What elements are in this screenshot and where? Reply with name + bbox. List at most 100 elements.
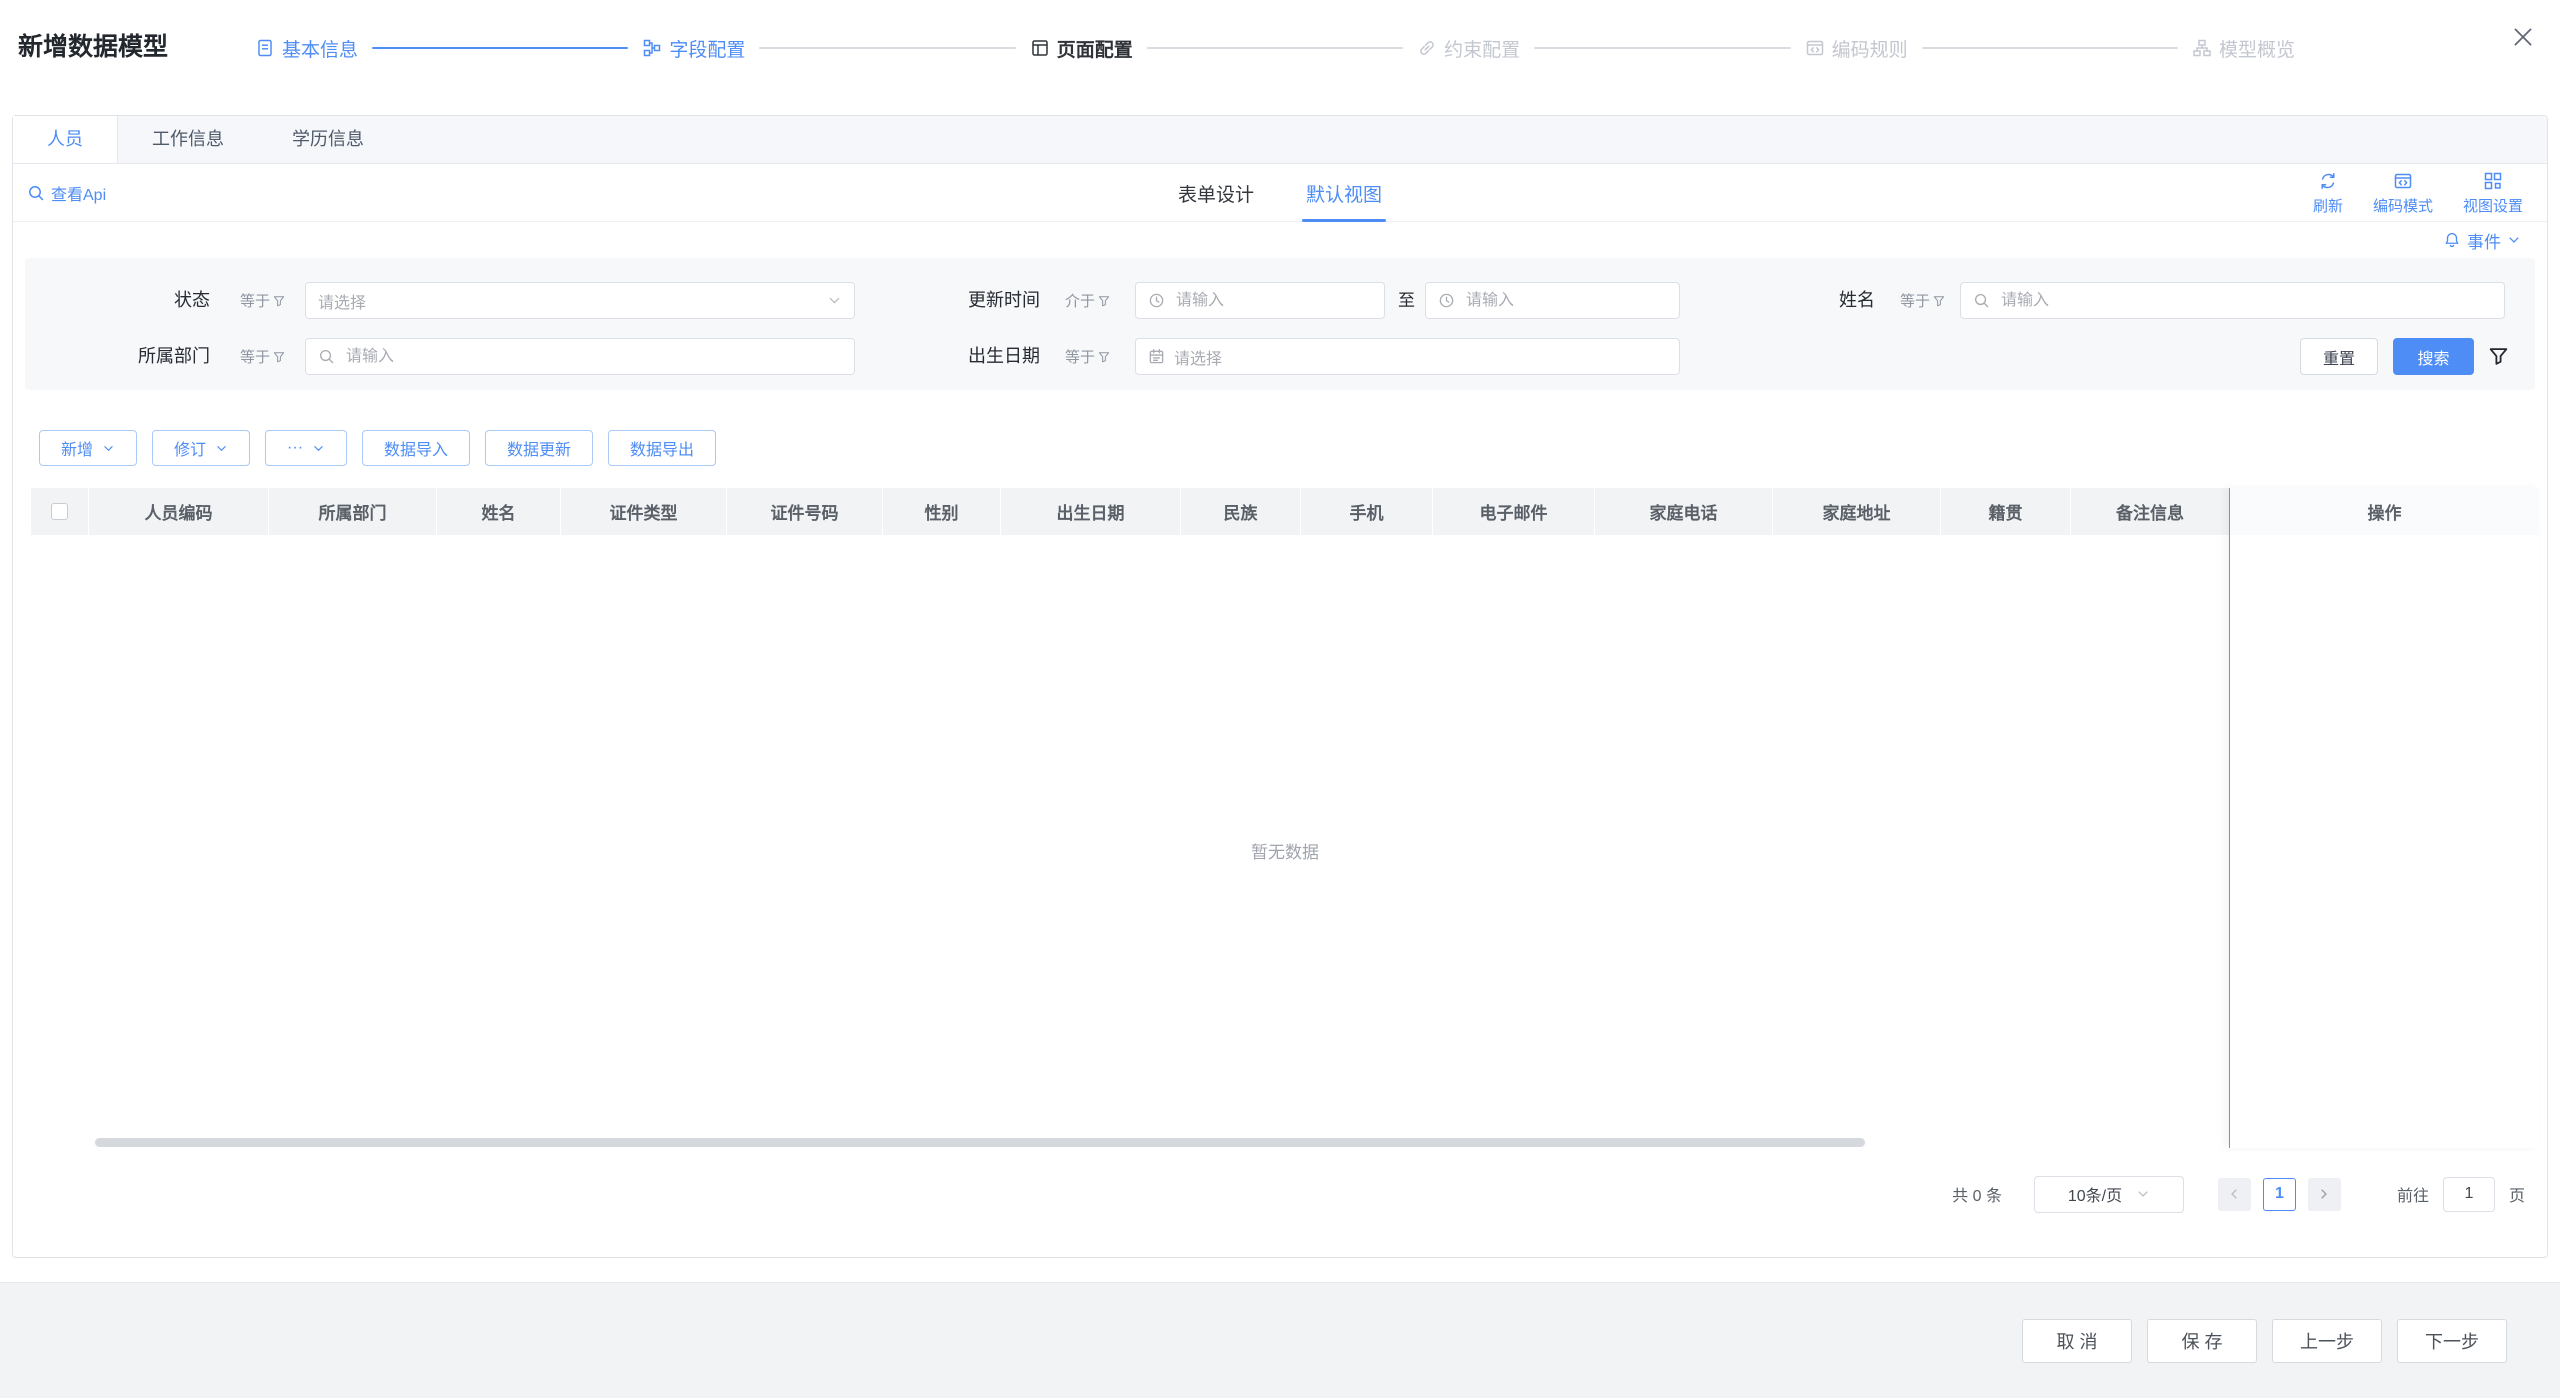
filter-operator-name[interactable]: 等于: [1900, 282, 1945, 319]
tab-personnel[interactable]: 人员: [13, 116, 118, 163]
operator-label: 介于: [1065, 290, 1095, 311]
step-label: 模型概览: [2219, 35, 2295, 62]
filter-operator-update-time[interactable]: 介于: [1065, 282, 1110, 319]
filter-operator-birth-date[interactable]: 等于: [1065, 338, 1110, 375]
filter-label-department: 所属部门: [100, 338, 210, 375]
step-basic-info[interactable]: 基本信息: [255, 35, 358, 62]
funnel-icon: [273, 295, 285, 307]
grid-icon: [2483, 171, 2503, 191]
step-label: 约束配置: [1444, 35, 1520, 62]
step-label: 页面配置: [1057, 35, 1133, 62]
view-api-link[interactable]: 查看Api: [27, 164, 106, 222]
name-field[interactable]: [1999, 291, 2492, 311]
search-icon: [27, 184, 45, 202]
tab-education-info[interactable]: 学历信息: [258, 116, 398, 163]
search-icon: [1973, 292, 1990, 309]
tab-work-info[interactable]: 工作信息: [118, 116, 258, 163]
step-model-overview[interactable]: 模型概览: [2192, 35, 2295, 62]
step-field-config[interactable]: 字段配置: [642, 35, 745, 62]
tab-form-design[interactable]: 表单设计: [1178, 164, 1254, 222]
prev-step-button[interactable]: 上一步: [2272, 1319, 2382, 1363]
table-header-cell: 备注信息: [2071, 488, 2229, 535]
events-dropdown[interactable]: 事件: [2443, 228, 2521, 253]
page-size-select[interactable]: 10条/页: [2034, 1176, 2184, 1213]
step-label: 编码规则: [1832, 35, 1908, 62]
update-time-from-input[interactable]: [1135, 282, 1385, 319]
select-all-cell: [31, 488, 89, 535]
step-connector: [372, 47, 628, 49]
save-button[interactable]: 保 存: [2147, 1319, 2257, 1363]
table-header-cell: 姓名: [437, 488, 561, 535]
update-time-to-field[interactable]: [1464, 291, 1667, 311]
cancel-button[interactable]: 取 消: [2022, 1319, 2132, 1363]
chevron-down-icon: [312, 442, 325, 455]
model-design-panel: 人员 工作信息 学历信息 查看Api 表单设计 默认视图 刷新 编码模式 视图设…: [12, 115, 2548, 1258]
table-header-cell: 人员编码: [89, 488, 269, 535]
table-header-cell: 家庭地址: [1773, 488, 1941, 535]
next-step-button[interactable]: 下一步: [2397, 1319, 2507, 1363]
revise-button[interactable]: 修订: [152, 430, 250, 466]
goto-page-input[interactable]: [2443, 1177, 2495, 1212]
search-button[interactable]: 搜索: [2393, 338, 2474, 375]
birth-date-picker[interactable]: 请选择: [1135, 338, 1680, 375]
more-actions-button[interactable]: ···: [265, 430, 347, 466]
reset-button[interactable]: 重置: [2300, 338, 2378, 375]
next-page-button[interactable]: [2308, 1178, 2341, 1211]
filter-operator-status[interactable]: 等于: [240, 282, 285, 319]
data-import-button[interactable]: 数据导入: [362, 430, 470, 466]
refresh-icon: [2318, 171, 2338, 191]
data-export-button[interactable]: 数据导出: [608, 430, 716, 466]
horizontal-scrollbar[interactable]: [95, 1138, 1865, 1147]
refresh-label: 刷新: [2313, 195, 2343, 216]
step-coding-rules[interactable]: 编码规则: [1805, 35, 1908, 62]
status-select-placeholder: 请选择: [318, 289, 818, 313]
filter-label-status: 状态: [100, 282, 210, 319]
select-all-checkbox[interactable]: [51, 503, 68, 520]
prev-page-button[interactable]: [2218, 1178, 2251, 1211]
tab-default-view[interactable]: 默认视图: [1306, 164, 1382, 222]
step-connector: [1147, 47, 1403, 49]
filter-operator-department[interactable]: 等于: [240, 338, 285, 375]
bell-icon: [2443, 231, 2461, 249]
clock-icon: [1438, 292, 1455, 309]
table-header-cell: 籍贯: [1941, 488, 2071, 535]
name-input[interactable]: [1960, 282, 2505, 319]
step-connector: [759, 47, 1015, 49]
step-label: 字段配置: [669, 35, 745, 62]
view-tools: 刷新 编码模式 视图设置: [2313, 171, 2523, 216]
update-time-from-field[interactable]: [1174, 291, 1372, 311]
step-page-config[interactable]: 页面配置: [1030, 35, 1133, 62]
page-size-value: 10条/页: [2068, 1182, 2122, 1206]
current-page-button[interactable]: 1: [2263, 1178, 2296, 1211]
stepper: 基本信息 字段配置 页面配置 约束配置 编码规则 模型概览: [255, 33, 2295, 63]
data-update-button[interactable]: 数据更新: [485, 430, 593, 466]
add-button[interactable]: 新增: [39, 430, 137, 466]
code-mode-button[interactable]: 编码模式: [2373, 171, 2433, 216]
department-field[interactable]: [344, 347, 842, 367]
table-header-cell: 性别: [883, 488, 1001, 535]
filter-label-name: 姓名: [1765, 282, 1875, 319]
table-body: 暂无数据: [31, 535, 2539, 1148]
code-mode-label: 编码模式: [2373, 195, 2433, 216]
step-constraint-config[interactable]: 约束配置: [1417, 35, 1520, 62]
close-icon[interactable]: [2508, 22, 2538, 52]
range-separator: 至: [1398, 282, 1415, 319]
refresh-button[interactable]: 刷新: [2313, 171, 2343, 216]
filter-label-birth-date: 出生日期: [930, 338, 1040, 375]
hierarchy-icon: [2192, 38, 2212, 58]
view-settings-label: 视图设置: [2463, 195, 2523, 216]
goto-prefix: 前往: [2397, 1182, 2429, 1206]
status-select[interactable]: 请选择: [305, 282, 855, 319]
filter-toggle-icon[interactable]: [2488, 346, 2509, 367]
funnel-icon: [1933, 295, 1945, 307]
step-connector: [1922, 47, 2178, 49]
fixed-action-column: 操作: [2229, 488, 2539, 1148]
view-settings-button[interactable]: 视图设置: [2463, 171, 2523, 216]
page-layout-icon: [1030, 38, 1050, 58]
operator-label: 等于: [240, 346, 270, 367]
calendar-icon: [1148, 348, 1165, 365]
code-mode-icon: [2393, 171, 2413, 191]
update-time-to-input[interactable]: [1425, 282, 1680, 319]
table-header-cell: 电子邮件: [1433, 488, 1595, 535]
department-input[interactable]: [305, 338, 855, 375]
